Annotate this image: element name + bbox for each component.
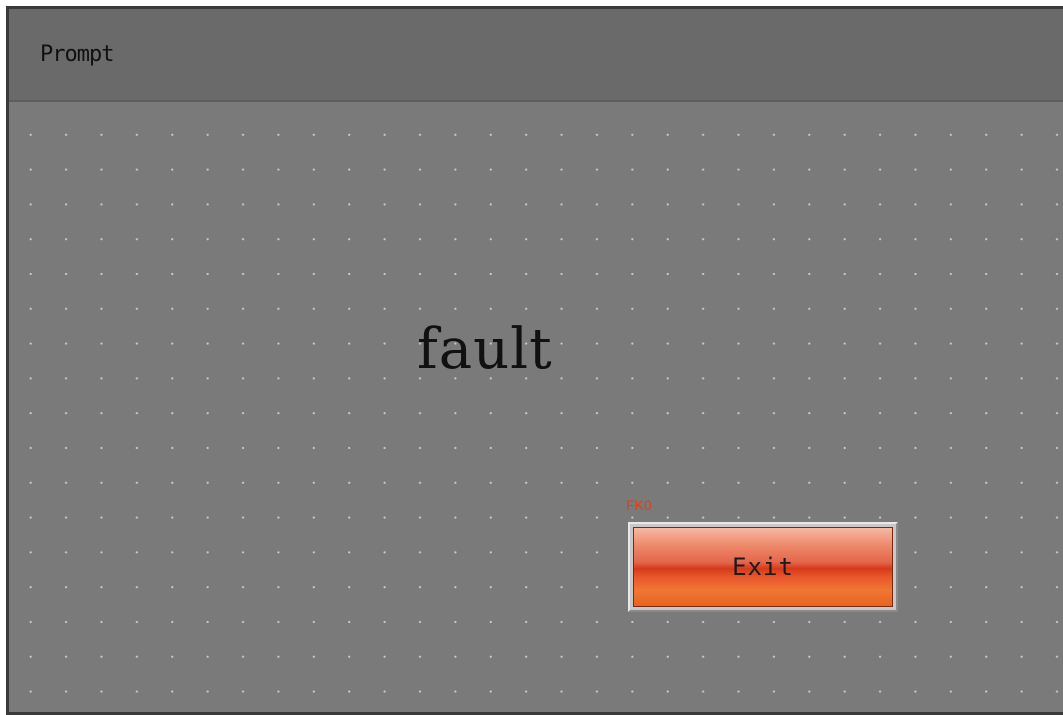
fault-message: fault: [417, 317, 553, 382]
title-bar: Prompt: [9, 9, 1063, 102]
window-title: Prompt: [40, 42, 114, 67]
exit-button[interactable]: Exit: [633, 527, 893, 607]
function-key-label: FK0: [626, 497, 652, 513]
prompt-window: Prompt fault FK0 Exit: [6, 6, 1063, 715]
screen: Prompt fault FK0 Exit: [0, 0, 1063, 715]
exit-button-frame[interactable]: Exit: [628, 522, 898, 612]
